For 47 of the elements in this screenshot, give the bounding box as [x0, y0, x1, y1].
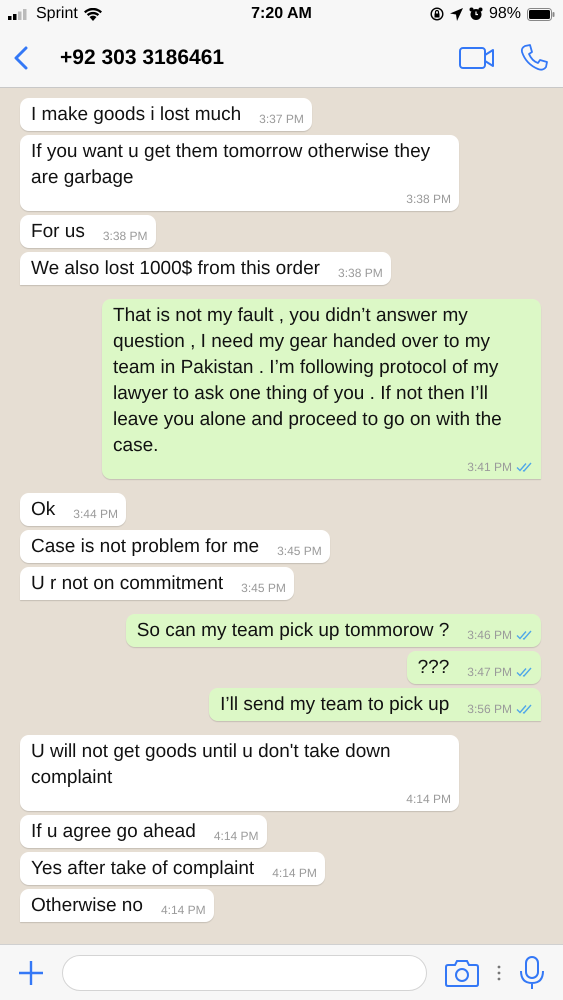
message-text: We also lost 1000$ from this order: [31, 257, 320, 281]
message-time: 3:47 PM: [467, 664, 512, 680]
message-time: 3:38 PM: [102, 228, 148, 244]
message-time: 3:37 PM: [259, 111, 304, 127]
message-time: 4:14 PM: [406, 791, 451, 807]
carrier-name: Sprint: [36, 5, 78, 23]
message-text: ???: [418, 656, 450, 680]
message-time: 3:56 PM: [467, 701, 512, 717]
message-text: Case is not problem for me: [31, 535, 260, 559]
message-text: If u agree go ahead: [31, 820, 196, 844]
contact-name[interactable]: +92 303 3186461: [60, 46, 459, 70]
message-input[interactable]: [62, 954, 427, 990]
microphone-button[interactable]: [519, 956, 545, 990]
back-button[interactable]: [14, 46, 28, 70]
add-button[interactable]: [18, 960, 44, 986]
message-text: So can my team pick up tommorow ?: [136, 619, 450, 643]
message-text: U will not get goods until u don't take down complaint: [31, 740, 392, 790]
alarm-icon: [468, 7, 483, 21]
message-time: 3:44 PM: [73, 506, 118, 522]
message-time: 4:14 PM: [272, 865, 317, 881]
battery-icon: [527, 8, 555, 20]
message-time: 3:46 PM: [467, 627, 512, 643]
message-text: I make goods i lost much: [31, 103, 242, 127]
voice-call-button[interactable]: [519, 42, 549, 72]
message-time: 3:38 PM: [338, 265, 383, 281]
status-time: 7:20 AM: [251, 5, 312, 23]
message-time: 3:41 PM: [467, 459, 512, 475]
location-icon: [450, 8, 463, 20]
message-time: 4:14 PM: [160, 902, 206, 918]
message-text: If you want u get them tomorrow otherwise they are garbage: [31, 140, 432, 190]
message-text: I’ll send my team to pick up: [220, 693, 450, 717]
message-text: Ok: [31, 498, 56, 522]
message-time: 4:14 PM: [214, 828, 259, 844]
rotation-lock-icon: [430, 7, 444, 21]
message-text: Otherwise no: [31, 894, 143, 918]
camera-button[interactable]: [445, 958, 479, 986]
message-text: That is not my fault , you didn’t answer my question , I need my gear handed over to my team in Pakistan . I’m following protocol of my lawyer to ask one thing of you . If not then I’ll leave you alone and proceed to go on with the case.: [113, 304, 503, 458]
battery-percent: 98%: [488, 5, 521, 23]
message-text: For us: [31, 220, 85, 244]
message-time: 3:38 PM: [406, 191, 451, 207]
video-call-button[interactable]: [459, 46, 495, 70]
message-text: Yes after take of complaint: [31, 857, 254, 881]
message-text: U r not on commitment: [31, 572, 224, 596]
message-time: 3:45 PM: [277, 543, 322, 559]
wifi-icon: [84, 8, 102, 20]
separator-dots-icon: [497, 964, 501, 980]
message-time: 3:45 PM: [241, 580, 286, 596]
